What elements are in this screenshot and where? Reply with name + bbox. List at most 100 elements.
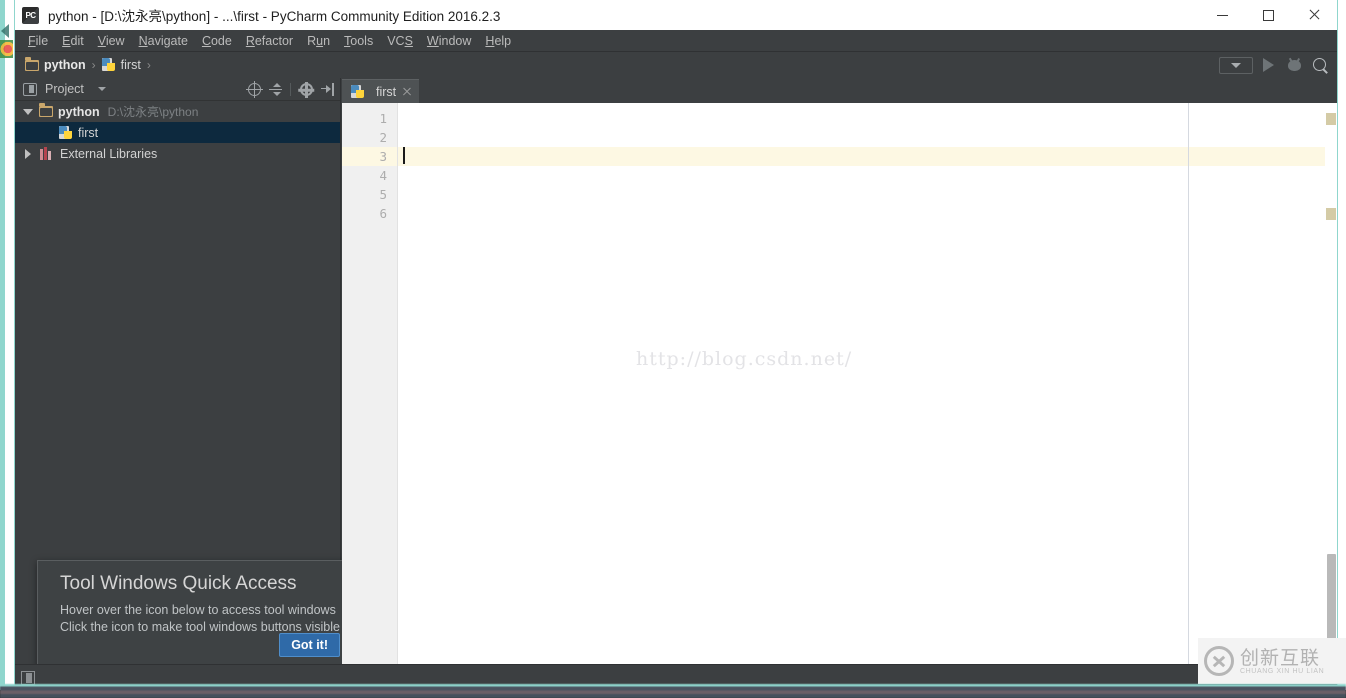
maximize-icon (1262, 9, 1274, 21)
menu-item-vcs[interactable]: VCS (380, 32, 420, 50)
toolbar-actions (1219, 52, 1331, 78)
code-area[interactable]: 1 2 3 4 5 6 http://blog.csdn.net/ (342, 103, 1337, 664)
tree-item-external-libraries[interactable]: External Libraries (15, 143, 340, 164)
bug-icon (1287, 59, 1301, 71)
tree-item-python-path: D:\沈永亮\python (107, 105, 199, 119)
error-stripe-marker-bar[interactable] (1325, 103, 1337, 664)
title-bar: PC python - [D:\沈永亮\python] - ...\first … (15, 0, 1337, 30)
breadcrumb-python-label: python (44, 58, 86, 72)
hide-panel-button[interactable] (318, 81, 336, 99)
chrome-icon (0, 40, 13, 58)
run-configurations-combo[interactable] (1219, 56, 1253, 74)
tab-first[interactable]: first (342, 79, 420, 103)
search-everywhere-button[interactable] (1309, 54, 1331, 76)
minimize-icon (1216, 14, 1228, 16)
chevron-down-icon (1231, 62, 1241, 68)
run-button[interactable] (1257, 54, 1279, 76)
menu-item-run[interactable]: Run (300, 32, 337, 50)
balloon-line-1: Hover over the icon below to access tool… (60, 603, 336, 617)
close-icon (1308, 9, 1320, 21)
crosshair-icon (245, 81, 263, 98)
tool-windows-quick-access-icon[interactable] (21, 670, 35, 685)
line-number: 1 (379, 111, 387, 126)
stripe-marker[interactable] (1326, 113, 1336, 125)
menu-item-refactor[interactable]: Refactor (239, 32, 300, 50)
menu-item-window[interactable]: Window (420, 32, 478, 50)
desktop-taskbar-strip (0, 684, 1346, 698)
project-tree: python D:\沈永亮\python first External Libr… (15, 101, 340, 164)
chevron-down-icon[interactable] (97, 87, 106, 91)
navigation-bar: python › first › (15, 52, 1337, 78)
line-number: 5 (379, 187, 387, 202)
tab-first-label: first (376, 84, 397, 99)
window-title: python - [D:\沈永亮\python] - ...\first - P… (48, 9, 501, 24)
pycharm-logo-icon: PC (22, 6, 39, 24)
settings-button[interactable] (297, 81, 315, 99)
close-icon[interactable] (402, 87, 411, 96)
tree-item-first-label: first (78, 125, 99, 140)
editor-area: first 1 2 3 4 5 6 http://blog.csdn.net/ (342, 78, 1337, 664)
collapse-all-icon (268, 83, 282, 96)
breadcrumb-python[interactable]: python (25, 56, 86, 72)
corner-logo-text-en: CHUANG XIN HU LIAN (1240, 667, 1325, 675)
python-file-icon (59, 125, 73, 140)
pycharm-window: PC python - [D:\沈永亮\python] - ...\first … (14, 0, 1338, 690)
tree-item-external-libraries-label: External Libraries (60, 146, 158, 161)
got-it-button[interactable]: Got it! (279, 633, 340, 657)
project-panel-tools (245, 78, 336, 101)
scroll-from-source-button[interactable] (245, 81, 263, 99)
balloon-title: Tool Windows Quick Access (60, 573, 297, 594)
menu-item-edit[interactable]: Edit (55, 32, 91, 50)
corner-watermark-logo: 创新互联 CHUANG XIN HU LIAN (1198, 638, 1346, 684)
menu-item-help[interactable]: Help (478, 32, 518, 50)
close-button[interactable] (1291, 0, 1337, 30)
watermark-text: http://blog.csdn.net/ (636, 348, 853, 370)
minimize-button[interactable] (1199, 0, 1245, 30)
project-tool-window: Project python D:\沈永亮\python first Exter… (15, 78, 355, 668)
menu-item-tools[interactable]: Tools (337, 32, 380, 50)
python-file-icon (101, 58, 116, 72)
corner-logo-text-cn: 创新互联 (1240, 646, 1321, 669)
run-icon (1262, 58, 1274, 72)
collapse-all-button[interactable] (266, 81, 284, 99)
line-number: 4 (379, 168, 387, 183)
breadcrumb-first-label: first (120, 58, 141, 72)
text-caret (403, 147, 405, 164)
code-line-current (398, 147, 1337, 166)
back-arrow-icon (1, 24, 9, 38)
project-icon (23, 82, 37, 96)
gear-icon (299, 82, 313, 98)
breadcrumb-separator: › (91, 58, 96, 72)
code-pane[interactable]: http://blog.csdn.net/ (398, 103, 1337, 664)
menu-item-file[interactable]: File (21, 32, 55, 50)
stripe-marker[interactable] (1326, 208, 1336, 220)
right-margin-guide (1188, 103, 1189, 664)
breadcrumb-first[interactable]: first (101, 58, 141, 72)
chuangxin-logo-icon (1204, 646, 1234, 676)
screen: PC python - [D:\沈永亮\python] - ...\first … (0, 0, 1346, 698)
tree-item-python-label: python (58, 104, 100, 119)
tree-item-python[interactable]: python D:\沈永亮\python (15, 101, 340, 122)
chevron-right-icon (25, 148, 31, 159)
expand-toggle-external-libraries[interactable] (19, 148, 37, 159)
python-file-icon (351, 84, 365, 99)
debug-button[interactable] (1283, 54, 1305, 76)
menu-item-view[interactable]: View (91, 32, 132, 50)
line-number: 2 (379, 130, 387, 145)
menu-item-code[interactable]: Code (195, 32, 239, 50)
maximize-button[interactable] (1245, 0, 1291, 30)
hide-panel-icon (320, 83, 334, 96)
tree-item-first[interactable]: first (15, 122, 340, 143)
expand-toggle-python[interactable] (19, 108, 37, 115)
menu-bar: File Edit View Navigate Code Refactor Ru… (15, 30, 1337, 52)
chevron-down-icon (23, 108, 33, 115)
line-number: 6 (379, 206, 387, 221)
menu-item-navigate[interactable]: Navigate (132, 32, 195, 50)
editor-tab-bar: first (342, 78, 1337, 103)
window-controls (1199, 0, 1337, 30)
